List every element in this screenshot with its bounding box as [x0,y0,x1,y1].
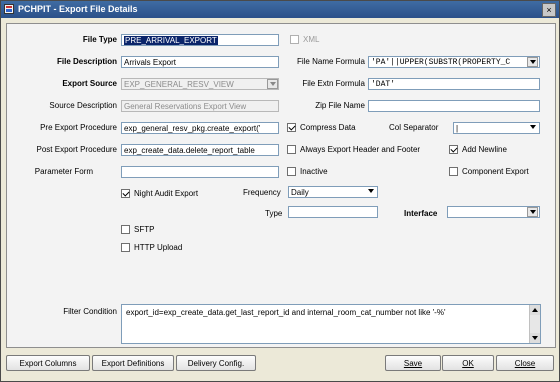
pre-export-procedure-field[interactable]: exp_general_resv_pkg.create_export(' [121,122,279,134]
col-separator-select[interactable]: | [453,122,540,134]
col-separator-label: Col Separator [389,123,439,132]
window-close-button[interactable]: × [542,3,556,17]
compress-data-label: Compress Data [300,123,356,132]
component-export-checkbox[interactable] [449,167,458,176]
export-columns-button[interactable]: Export Columns [6,355,90,371]
zip-file-name-label: Zip File Name [315,101,365,110]
chevron-down-icon [530,125,536,129]
chevron-down-icon [530,210,536,214]
file-type-field[interactable]: PRE_ARRIVAL_EXPORT [121,34,279,46]
http-upload-label: HTTP Upload [134,243,183,252]
frequency-select[interactable]: Daily [288,186,378,198]
frequency-label: Frequency [243,188,281,197]
save-button[interactable]: Save [385,355,441,371]
add-newline-label: Add Newline [462,145,507,154]
post-export-procedure-field[interactable]: exp_create_data.delete_report_table [121,144,279,156]
window-title: PCHPIT - Export File Details [18,4,138,14]
always-export-header-footer-label: Always Export Header and Footer [300,145,421,154]
file-extn-formula-field[interactable]: 'DAT' [368,78,540,90]
chevron-down-icon [270,82,276,86]
file-name-formula-button[interactable] [527,57,538,67]
interface-lov-button[interactable] [527,207,538,217]
filter-condition-scrollbar[interactable] [529,305,540,343]
details-panel: File Type PRE_ARRIVAL_EXPORT XML File De… [6,23,556,348]
close-button[interactable]: Close [496,355,554,371]
file-extn-formula-label: File Extn Formula [302,79,365,88]
source-description-field[interactable]: General Reservations Export View [121,100,279,112]
xml-label: XML [303,35,320,44]
file-name-formula-field[interactable]: 'PA'||UPPER(SUBSTR(PROPERTY_C [368,56,540,68]
post-export-procedure-label: Post Export Procedure [36,145,117,154]
inactive-checkbox[interactable] [287,167,296,176]
filter-condition-text: export_id=exp_create_data.get_last_repor… [126,308,446,317]
xml-checkbox[interactable] [290,35,299,44]
sftp-label: SFTP [134,225,155,234]
scroll-up-arrow-icon[interactable] [530,305,540,315]
ok-button[interactable]: OK [442,355,494,371]
file-type-value: PRE_ARRIVAL_EXPORT [124,36,218,45]
close-icon: × [546,5,552,15]
chevron-down-icon [368,189,374,193]
parameter-form-label: Parameter Form [34,167,93,176]
file-type-label: File Type [82,35,117,44]
component-export-label: Component Export [462,167,529,176]
zip-file-name-field[interactable] [368,100,540,112]
export-file-details-window: PCHPIT - Export File Details × File Type… [0,0,560,382]
interface-label: Interface [404,209,438,218]
export-source-label: Export Source [62,79,117,88]
file-description-field[interactable]: Arrivals Export [121,56,279,68]
http-upload-checkbox[interactable] [121,243,130,252]
file-name-formula-label: File Name Formula [296,57,365,66]
source-description-label: Source Description [49,101,117,110]
parameter-form-field[interactable] [121,166,279,178]
frequency-dropdown[interactable] [366,187,377,197]
scroll-down-arrow-icon[interactable] [530,333,540,343]
compress-data-checkbox[interactable] [287,123,296,132]
chevron-down-icon [530,60,536,64]
add-newline-checkbox[interactable] [449,145,458,154]
filter-condition-label: Filter Condition [63,307,117,316]
delivery-config-button[interactable]: Delivery Config. [176,355,256,371]
app-icon [4,4,14,14]
filter-condition-textarea[interactable]: export_id=exp_create_data.get_last_repor… [121,304,541,344]
sftp-checkbox[interactable] [121,225,130,234]
title-bar: PCHPIT - Export File Details × [1,1,559,18]
pre-export-procedure-label: Pre Export Procedure [40,123,117,132]
inactive-label: Inactive [300,167,328,176]
always-export-header-footer-checkbox[interactable] [287,145,296,154]
export-source-field[interactable]: EXP_GENERAL_RESV_VIEW [121,78,279,90]
type-label: Type [265,209,283,218]
file-description-label: File Description [56,57,117,66]
export-definitions-button[interactable]: Export Definitions [92,355,174,371]
col-separator-dropdown[interactable] [528,123,539,133]
night-audit-export-checkbox[interactable] [121,189,130,198]
type-field[interactable] [288,206,378,218]
night-audit-export-label: Night Audit Export [134,189,199,198]
